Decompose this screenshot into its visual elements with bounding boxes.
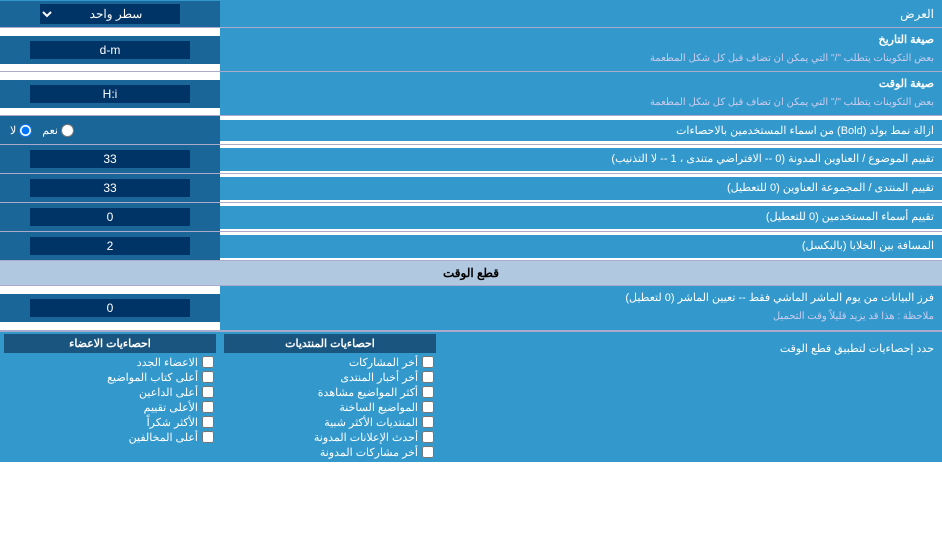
distance-input[interactable] [30, 237, 190, 255]
display-select[interactable]: سطر واحدسطرينثلاثة أسطر [40, 4, 180, 24]
list-item: المواضيع الساخنة [224, 400, 436, 415]
section-header: قطع الوقت [0, 261, 942, 286]
top-row: العرض سطر واحدسطرينثلاثة أسطر [0, 0, 942, 28]
list-item: الأعلى تقييم [4, 400, 216, 415]
time-format-label: صيغة الوقت بعض التكوينات يتطلب "/" التي … [220, 72, 942, 115]
col2-cb1[interactable] [202, 371, 214, 383]
col1-cb1[interactable] [422, 371, 434, 383]
usernames-row: تقييم أسماء المستخدمين (0 للتعطيل) [0, 203, 942, 232]
radio-yes: نعم [42, 124, 74, 137]
list-item: أكثر المواضيع مشاهدة [224, 385, 436, 400]
topics-titles-label: تقييم الموضوع / العناوين المدونة (0 -- ا… [220, 148, 942, 171]
top-select-cell: سطر واحدسطرينثلاثة أسطر [0, 1, 220, 27]
col2-cb4[interactable] [202, 416, 214, 428]
date-format-input[interactable] [30, 41, 190, 59]
top-label: العرض [220, 3, 942, 25]
time-cut-label: فرز البيانات من يوم الماشر الماشي فقط --… [220, 286, 942, 329]
col1-cb0[interactable] [422, 356, 434, 368]
radio-no-input[interactable] [19, 124, 32, 137]
checkbox-columns: احصاءيات المنتديات أخر المشاركات أخر أخب… [0, 332, 440, 462]
topics-titles-input-cell [0, 145, 220, 173]
col1-cb6[interactable] [422, 446, 434, 458]
list-item: أخر أخبار المنتدى [224, 370, 436, 385]
col2-cb0[interactable] [202, 356, 214, 368]
forum-group-input[interactable] [30, 179, 190, 197]
list-item: أخر المشاركات [224, 355, 436, 370]
col1-cb3[interactable] [422, 401, 434, 413]
bottom-main-label: حدد إحصاءيات لتطبيق قطع الوقت [440, 332, 942, 361]
usernames-input-cell [0, 203, 220, 231]
list-item: أعلى الداعين [4, 385, 216, 400]
date-format-input-cell [0, 36, 220, 64]
usernames-input[interactable] [30, 208, 190, 226]
col1-header: احصاءيات المنتديات [224, 334, 436, 353]
list-item: أخر مشاركات المدونة [224, 445, 436, 460]
list-item: الأكثر شكراً [4, 415, 216, 430]
list-item: الاعضاء الجدد [4, 355, 216, 370]
topics-titles-input[interactable] [30, 150, 190, 168]
list-item: أعلى المخالفين [4, 430, 216, 445]
forum-group-row: تقييم المنتدى / المجموعة العناوين (0 للت… [0, 174, 942, 203]
distance-row: المسافة بين الخلايا (بالبكسل) [0, 232, 942, 261]
radio-no-label: لا [10, 124, 16, 137]
time-cut-input-cell [0, 294, 220, 322]
col2-cb3[interactable] [202, 401, 214, 413]
distance-input-cell [0, 232, 220, 260]
col1-cb4[interactable] [422, 416, 434, 428]
col1: احصاءيات المنتديات أخر المشاركات أخر أخب… [220, 332, 440, 462]
usernames-label: تقييم أسماء المستخدمين (0 للتعطيل) [220, 206, 942, 229]
col1-cb2[interactable] [422, 386, 434, 398]
time-format-row: صيغة الوقت بعض التكوينات يتطلب "/" التي … [0, 72, 942, 116]
radio-no: لا [10, 124, 32, 137]
time-cut-row: فرز البيانات من يوم الماشر الماشي فقط --… [0, 286, 942, 330]
list-item: أحدث الإعلانات المدونة [224, 430, 436, 445]
radio-yes-label: نعم [42, 124, 58, 137]
topics-titles-row: تقييم الموضوع / العناوين المدونة (0 -- ا… [0, 145, 942, 174]
date-format-row: صيغة التاريخ بعض التكوينات يتطلب "/" الت… [0, 28, 942, 72]
distance-label: المسافة بين الخلايا (بالبكسل) [220, 235, 942, 258]
radio-yes-input[interactable] [61, 124, 74, 137]
col2-cb5[interactable] [202, 431, 214, 443]
col2-header: احصاءيات الاعضاء [4, 334, 216, 353]
col2: احصاءيات الاعضاء الاعضاء الجدد أعلى كتاب… [0, 332, 220, 462]
bottom-section: حدد إحصاءيات لتطبيق قطع الوقت احصاءيات ا… [0, 331, 942, 462]
list-item: أعلى كتاب المواضيع [4, 370, 216, 385]
bold-remove-label: ازالة نمط بولد (Bold) من اسماء المستخدمي… [220, 120, 942, 141]
radio-cell: نعم لا [0, 116, 220, 144]
col2-cb2[interactable] [202, 386, 214, 398]
forum-group-label: تقييم المنتدى / المجموعة العناوين (0 للت… [220, 177, 942, 200]
time-format-input[interactable] [30, 85, 190, 103]
date-format-label: صيغة التاريخ بعض التكوينات يتطلب "/" الت… [220, 28, 942, 71]
forum-group-input-cell [0, 174, 220, 202]
list-item: المنتديات الأكثر شبية [224, 415, 436, 430]
time-cut-input[interactable] [30, 299, 190, 317]
bold-remove-row: ازالة نمط بولد (Bold) من اسماء المستخدمي… [0, 116, 942, 145]
col1-cb5[interactable] [422, 431, 434, 443]
time-format-input-cell [0, 80, 220, 108]
